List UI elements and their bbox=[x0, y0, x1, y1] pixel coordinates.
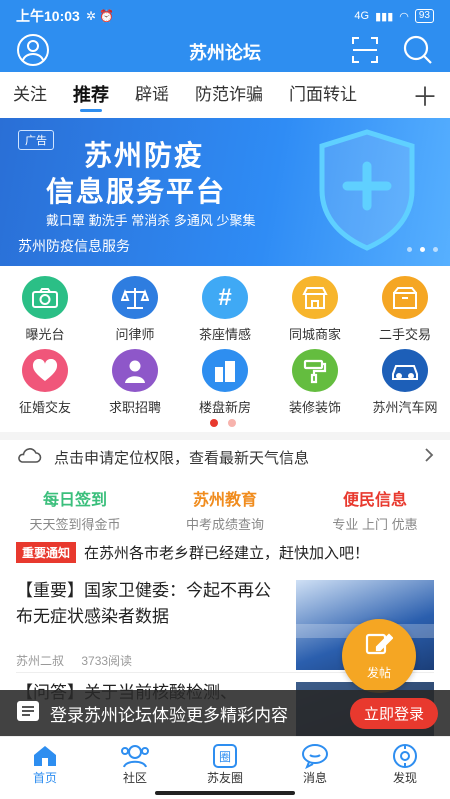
grid-item-jobs[interactable]: 求职招聘 bbox=[90, 343, 180, 416]
circle-icon: 圈 bbox=[211, 743, 239, 769]
discover-icon bbox=[391, 743, 419, 769]
app-logo-icon bbox=[16, 700, 40, 727]
article-title: 【重要】国家卫健委：今起不再公布无症状感染者数据 bbox=[16, 581, 271, 626]
banner-line2: 信息服务平台 bbox=[46, 176, 227, 207]
tab-anti-fraud[interactable]: 防范诈骗 bbox=[182, 72, 276, 118]
grid-item-exposure[interactable]: 曝光台 bbox=[0, 270, 90, 343]
paint-roller-icon bbox=[292, 349, 338, 392]
category-grid: 曝光台 问律师 # 茶座情感 同城商家 二手交易 征婚交友 求职招聘 楼盘新房 … bbox=[0, 270, 450, 416]
banner-caption: 苏州防疫信息服务 bbox=[18, 238, 130, 254]
tab-recommend[interactable]: 推荐 bbox=[60, 72, 122, 118]
grid-item-lawyer[interactable]: 问律师 bbox=[90, 270, 180, 343]
notice-text: 在苏州各市老乡群已经建立，赶快加入吧！ bbox=[84, 544, 370, 562]
status-time: 上午10:03 bbox=[16, 8, 80, 24]
nav-friends-circle[interactable]: 圈 苏友圈 bbox=[180, 737, 270, 799]
app-header: 苏州论坛 bbox=[0, 32, 450, 72]
banner-dots bbox=[407, 247, 438, 252]
article-reads: 3733阅读 bbox=[81, 654, 133, 668]
ad-label: 广告 bbox=[18, 130, 54, 150]
camera-icon bbox=[22, 276, 68, 319]
banner-line1: 苏州防疫 bbox=[84, 140, 205, 171]
post-label: 发帖 bbox=[366, 666, 391, 680]
person-icon bbox=[112, 349, 158, 392]
login-prompt-text: 登录苏州论坛体验更多精彩内容 bbox=[50, 705, 288, 725]
login-button[interactable]: 立即登录 bbox=[349, 697, 438, 729]
grid-item-merchant[interactable]: 同城商家 bbox=[270, 270, 360, 343]
battery-icon: 93 bbox=[414, 9, 434, 23]
heart-icon bbox=[22, 349, 68, 392]
chevron-right-icon bbox=[424, 448, 434, 466]
edit-icon bbox=[365, 631, 394, 660]
shortcut-row: 每日签到 天天签到得金币 苏州教育 中考成绩查询 便民信息 专业 上门 优惠 bbox=[0, 480, 450, 532]
scales-icon bbox=[112, 276, 158, 319]
bottom-nav: 首页 社区 圈 苏友圈 消息 发现 bbox=[0, 736, 450, 799]
nav-messages[interactable]: 消息 bbox=[270, 737, 360, 799]
grid-item-decoration[interactable]: 装修装饰 bbox=[270, 343, 360, 416]
add-channel-icon[interactable]: ＋ bbox=[412, 77, 450, 114]
grid-item-dating[interactable]: 征婚交友 bbox=[0, 343, 90, 416]
shield-icon bbox=[312, 124, 422, 259]
post-button[interactable]: 发帖 bbox=[342, 619, 416, 693]
shortcut-services[interactable]: 便民信息 专业 上门 优惠 bbox=[300, 480, 450, 532]
message-icon bbox=[301, 743, 329, 769]
grid-item-cars[interactable]: 苏州汽车网 bbox=[360, 343, 450, 416]
nav-discover[interactable]: 发现 bbox=[360, 737, 450, 799]
channel-tabs: 关注 推荐 辟谣 防范诈骗 门面转让 ＋ bbox=[0, 72, 450, 118]
scan-icon[interactable] bbox=[350, 35, 380, 70]
signal-icon: ▮▮▮ bbox=[375, 10, 394, 23]
promo-banner[interactable]: 广告 苏州防疫 信息服务平台 戴口罩 勤洗手 常消杀 多通风 少聚集 苏州防疫信… bbox=[0, 118, 450, 266]
login-prompt-bar: 登录苏州论坛体验更多精彩内容 立即登录 bbox=[0, 690, 450, 736]
wifi-icon: ◠ bbox=[399, 10, 409, 23]
grid-item-emotion[interactable]: # 茶座情感 bbox=[180, 270, 270, 343]
status-icons: ✲ ⏰ bbox=[85, 9, 115, 23]
tab-follow[interactable]: 关注 bbox=[0, 72, 60, 118]
grid-pager bbox=[210, 419, 236, 427]
grid-item-realestate[interactable]: 楼盘新房 bbox=[180, 343, 270, 416]
nav-community[interactable]: 社区 bbox=[90, 737, 180, 799]
home-icon bbox=[32, 743, 58, 769]
community-icon bbox=[120, 743, 150, 769]
status-bar: 上午10:03 ✲ ⏰ 4G ▮▮▮ ◠ 93 bbox=[0, 0, 450, 32]
svg-text:圈: 圈 bbox=[219, 750, 231, 764]
buildings-icon bbox=[202, 349, 248, 392]
divider bbox=[0, 432, 450, 440]
network-label: 4G bbox=[354, 10, 370, 22]
user-avatar-icon[interactable] bbox=[16, 33, 50, 72]
weather-text: 点击申请定位权限，查看最新天气信息 bbox=[54, 449, 310, 467]
nav-home[interactable]: 首页 bbox=[0, 737, 90, 799]
tab-shop-transfer[interactable]: 门面转让 bbox=[276, 72, 370, 118]
notice-badge: 重要通知 bbox=[16, 541, 77, 563]
hashtag-icon: # bbox=[202, 276, 248, 319]
weather-prompt[interactable]: 点击申请定位权限，查看最新天气信息 bbox=[0, 440, 450, 474]
home-indicator bbox=[155, 791, 295, 795]
box-icon bbox=[382, 276, 428, 319]
grid-item-secondhand[interactable]: 二手交易 bbox=[360, 270, 450, 343]
store-icon bbox=[292, 276, 338, 319]
tab-rumor[interactable]: 辟谣 bbox=[122, 72, 182, 118]
shortcut-education[interactable]: 苏州教育 中考成绩查询 bbox=[150, 480, 300, 532]
article-author: 苏州二叔 bbox=[16, 654, 65, 668]
car-icon bbox=[382, 349, 428, 392]
important-notice[interactable]: 重要通知 在苏州各市老乡群已经建立，赶快加入吧！ bbox=[16, 541, 434, 563]
search-icon[interactable] bbox=[402, 34, 434, 71]
shortcut-checkin[interactable]: 每日签到 天天签到得金币 bbox=[0, 480, 150, 532]
cloud-icon bbox=[16, 446, 42, 468]
banner-slogan: 戴口罩 勤洗手 常消杀 多通风 少聚集 bbox=[46, 213, 256, 228]
